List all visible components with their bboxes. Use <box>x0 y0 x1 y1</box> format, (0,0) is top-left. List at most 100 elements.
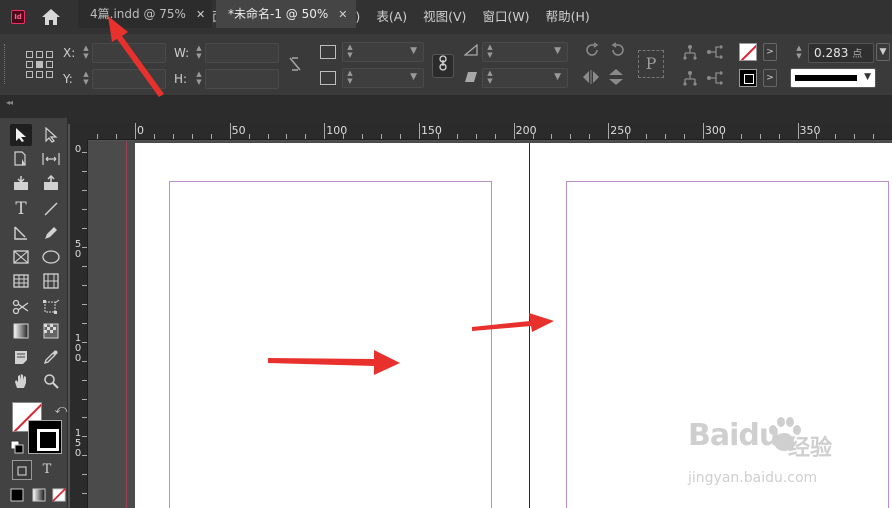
select-next-icon[interactable] <box>706 70 724 90</box>
table-tool-icon[interactable] <box>10 270 32 292</box>
content-placer-tool-icon[interactable] <box>40 172 62 194</box>
stroke-weight-input[interactable]: 0.283 点 <box>808 43 874 63</box>
hand-tool-icon[interactable] <box>10 370 32 392</box>
menu-view[interactable]: 视图(V) <box>415 0 474 34</box>
select-content-icon[interactable] <box>706 44 724 64</box>
zoom-tool-icon[interactable] <box>40 370 62 392</box>
proxy-icon[interactable]: P <box>638 50 664 78</box>
ruler-label: 350 <box>799 124 821 137</box>
rotate-angle-stepper[interactable]: ▲ ▼ <box>485 43 495 61</box>
grid-tool-icon[interactable] <box>40 270 62 292</box>
ruler-tick <box>82 360 87 362</box>
ruler-tick <box>82 284 87 286</box>
ruler-tick <box>82 152 87 154</box>
shear-angle-stepper[interactable]: ▲ ▼ <box>485 69 495 87</box>
menu-help[interactable]: 帮助(H) <box>538 0 598 34</box>
line-tool-icon[interactable] <box>40 198 62 220</box>
menu-table[interactable]: 表(A) <box>368 0 415 34</box>
ellipse-tool-icon[interactable] <box>40 246 62 268</box>
scale-y-dropdown[interactable]: ▲ ▼ ▼ <box>342 68 424 88</box>
ruler-label: 50 <box>231 124 246 137</box>
gap-tool-icon[interactable] <box>40 148 62 170</box>
link-scale-button[interactable] <box>432 54 454 78</box>
stroke-color-swatch[interactable] <box>739 43 757 61</box>
formatting-container-icon[interactable] <box>12 460 32 480</box>
w-input[interactable] <box>205 43 279 63</box>
default-fill-swatch[interactable] <box>28 420 62 454</box>
fill-color-swatch[interactable] <box>739 69 757 87</box>
scale-x-icon <box>320 45 336 59</box>
stroke-color-menu-button[interactable]: > <box>763 43 777 61</box>
h-stepper[interactable]: ▲ ▼ <box>194 70 204 88</box>
rotate-angle-dropdown[interactable]: ▲ ▼ ▼ <box>482 42 568 62</box>
swap-fill-stroke-icon[interactable]: ⤺ <box>50 398 72 420</box>
ruler-tick <box>418 123 420 139</box>
stroke-weight-dropdown[interactable]: ▼ <box>876 43 890 61</box>
scissors-tool-icon[interactable] <box>10 296 32 318</box>
stroke-weight-value: 0.283 <box>814 46 849 60</box>
close-icon[interactable]: ✕ <box>338 8 347 21</box>
gradient-swatch-tool-icon[interactable] <box>10 320 32 342</box>
apply-gradient-icon[interactable] <box>28 484 50 506</box>
chevron-down-icon: ▼ <box>554 72 561 82</box>
reference-point-icon[interactable] <box>26 51 54 79</box>
scale-x-dropdown[interactable]: ▲ ▼ ▼ <box>342 42 424 62</box>
home-icon[interactable] <box>41 7 61 27</box>
rotate-angle-icon <box>463 43 478 60</box>
type-tool-icon[interactable]: T <box>10 198 32 220</box>
ruler-tick <box>82 266 87 268</box>
x-label: X: <box>63 46 76 60</box>
ruler-tick <box>82 228 87 230</box>
content-collector-tool-icon[interactable] <box>10 172 32 194</box>
panel-grip[interactable] <box>4 44 8 84</box>
pen-tool-icon[interactable] <box>10 222 32 244</box>
flip-vertical-icon[interactable] <box>608 68 624 90</box>
ruler-tick <box>191 134 193 139</box>
eyedropper-tool-icon[interactable] <box>40 346 62 368</box>
x-stepper[interactable]: ▲ ▼ <box>81 44 91 62</box>
constrain-proportions-icon[interactable] <box>288 56 302 76</box>
page-tool-icon[interactable] <box>10 148 32 170</box>
tab-untitled-1[interactable]: *未命名-1 @ 50% ✕ <box>216 0 356 28</box>
apply-color-icon[interactable] <box>6 484 28 506</box>
ruler-tick <box>665 134 667 139</box>
flip-horizontal-icon[interactable] <box>582 70 600 88</box>
direct-selection-tool-icon[interactable] <box>40 124 62 146</box>
rotate-cw-icon[interactable] <box>584 42 600 62</box>
note-tool-icon[interactable] <box>10 346 32 368</box>
y-stepper[interactable]: ▲ ▼ <box>81 70 91 88</box>
gradient-feather-tool-icon[interactable] <box>40 320 62 342</box>
ruler-tick <box>82 303 87 305</box>
scale-y-stepper[interactable]: ▲ ▼ <box>345 69 355 87</box>
pencil-tool-icon[interactable] <box>40 222 62 244</box>
ruler-tick <box>400 134 402 139</box>
ruler-tick <box>475 134 477 139</box>
vertical-ruler[interactable]: 0 5 0 1 0 0 1 5 0 <box>70 140 88 508</box>
select-container-icon[interactable] <box>682 44 698 64</box>
scale-x-stepper[interactable]: ▲ ▼ <box>345 43 355 61</box>
ruler-label: 0 <box>74 144 82 155</box>
close-icon[interactable]: ✕ <box>196 8 205 21</box>
rectangle-frame-tool-icon[interactable] <box>10 246 32 268</box>
fill-color-menu-button[interactable]: > <box>763 69 777 87</box>
menu-window[interactable]: 窗口(W) <box>474 0 537 34</box>
chevron-down-icon: ▼ <box>410 46 417 56</box>
ruler-label: 300 <box>704 124 726 137</box>
selection-tool-icon[interactable] <box>10 124 32 146</box>
h-label: H: <box>174 72 188 86</box>
default-fill-stroke-icon[interactable] <box>6 436 28 458</box>
free-transform-tool-icon[interactable] <box>40 296 62 318</box>
w-label: W: <box>174 46 190 60</box>
ruler-origin[interactable] <box>70 124 88 140</box>
horizontal-ruler[interactable]: 0 50 100 150 200 250 300 350 <box>88 123 892 140</box>
h-input[interactable] <box>205 69 279 89</box>
apply-none-icon[interactable] <box>48 484 70 506</box>
w-stepper[interactable]: ▲ ▼ <box>194 44 204 62</box>
shear-angle-dropdown[interactable]: ▲ ▼ ▼ <box>482 68 568 88</box>
formatting-text-icon[interactable]: T <box>36 459 58 481</box>
panel-collapse-icon[interactable]: ◂◂ <box>6 98 13 107</box>
select-previous-icon[interactable] <box>682 70 698 90</box>
stroke-weight-stepper[interactable]: ▲ ▼ <box>794 44 804 62</box>
stroke-type-dropdown[interactable]: ▼ <box>790 68 876 88</box>
rotate-ccw-icon[interactable] <box>610 42 626 62</box>
